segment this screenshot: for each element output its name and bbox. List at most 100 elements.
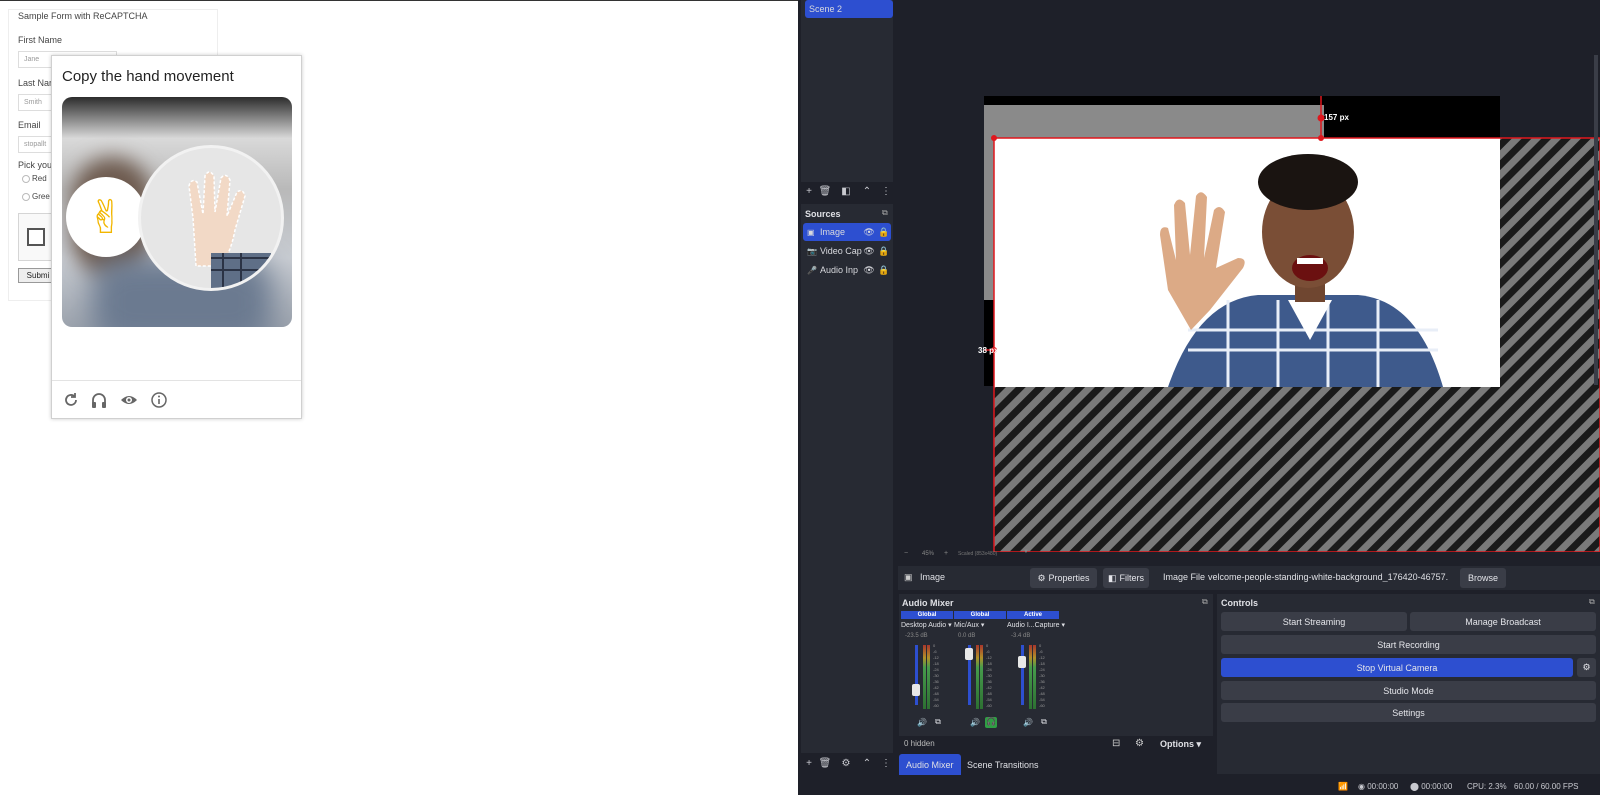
radio-red[interactable] bbox=[22, 175, 30, 183]
scene-name: Scene 2 bbox=[809, 4, 843, 14]
headphones-icon[interactable]: 🎧 bbox=[985, 717, 997, 728]
options-label: Options bbox=[1160, 739, 1194, 749]
source-properties-icon[interactable]: ⚙ bbox=[839, 758, 853, 769]
scene-item-scene-2[interactable]: Scene 2 bbox=[805, 0, 893, 18]
manage-broadcast-button[interactable]: Manage Broadcast bbox=[1410, 612, 1596, 631]
remove-source-icon[interactable]: 🗑 bbox=[818, 758, 832, 769]
channel-tag: Global bbox=[901, 611, 953, 619]
meter-scale-label: 0 bbox=[986, 643, 989, 648]
tab-scene-transitions[interactable]: Scene Transitions bbox=[960, 754, 1046, 775]
meter-scale-label: 0 bbox=[933, 643, 936, 648]
info-icon[interactable] bbox=[150, 391, 168, 409]
layout-icon[interactable]: ⊟ bbox=[1112, 738, 1120, 749]
headphones-icon[interactable] bbox=[90, 391, 108, 409]
meter-scale-label: -42 bbox=[986, 685, 992, 690]
record-icon: ⬤ bbox=[1410, 782, 1422, 791]
filters-icon: ◧ bbox=[1107, 572, 1117, 583]
left-offset-readout: 38 px bbox=[978, 346, 999, 355]
image-icon: ▣ bbox=[807, 227, 815, 237]
meter-scale-label: -12 bbox=[986, 655, 992, 660]
lock-icon[interactable]: 🔒 bbox=[876, 246, 891, 257]
reload-icon[interactable] bbox=[62, 391, 80, 409]
fps-readout: 60.00 / 60.00 FPS bbox=[1514, 782, 1579, 791]
tab-audio-mixer[interactable]: Audio Mixer bbox=[899, 754, 961, 775]
stream-time: ◉ 00:00:00 bbox=[1358, 782, 1398, 791]
stop-virtual-camera-button[interactable]: Stop Virtual Camera bbox=[1221, 658, 1573, 677]
scene-filters-icon[interactable]: ◧ bbox=[839, 186, 853, 197]
properties-button[interactable]: ⚙ Properties bbox=[1030, 568, 1097, 588]
fader-handle[interactable] bbox=[965, 647, 973, 660]
scenes-list: Scene 2 bbox=[801, 0, 893, 182]
scaled-dropdown[interactable]: Scaled (853x480) bbox=[958, 551, 997, 557]
audio-mixer-title: Audio Mixer bbox=[902, 598, 954, 608]
image-file-path[interactable]: velcome-people-standing-white-background… bbox=[1208, 572, 1448, 582]
options-button[interactable]: Options ▾ bbox=[1160, 739, 1201, 750]
radio-green[interactable] bbox=[22, 193, 30, 201]
channel-name-dropdown[interactable]: Audio I...Capture ▾ bbox=[1007, 621, 1065, 629]
meter-scale-label: -36 bbox=[1039, 679, 1045, 684]
fader-handle[interactable] bbox=[912, 684, 920, 697]
remove-scene-icon[interactable]: 🗑 bbox=[818, 186, 832, 197]
add-scene-icon[interactable]: + bbox=[802, 186, 816, 197]
mixer-channel: Global Desktop Audio ▾ -23.5 dB 0 -6 -12 -18 -2… bbox=[901, 611, 953, 735]
meter-scale-label: -48 bbox=[986, 691, 992, 696]
dock-float-icon[interactable]: ⧉ bbox=[882, 208, 888, 218]
move-up-icon[interactable]: ⌃ bbox=[860, 186, 874, 197]
pick-color-label: Pick you bbox=[18, 160, 53, 170]
channel-name-dropdown[interactable]: Mic/Aux ▾ bbox=[954, 621, 984, 629]
image-source-icon: ▣ bbox=[904, 572, 913, 582]
speaker-icon[interactable]: 🔊 bbox=[1023, 718, 1033, 727]
dock-float-icon[interactable]: ⧉ bbox=[1589, 597, 1595, 607]
level-meter bbox=[1033, 645, 1036, 709]
meter-scale-label: -48 bbox=[1039, 691, 1045, 696]
visibility-eye-icon[interactable]: 👁 bbox=[862, 265, 877, 276]
source-name: Audio Inp bbox=[819, 265, 858, 275]
meter-scale-label: -60 bbox=[933, 703, 939, 708]
visibility-eye-icon[interactable]: 👁 bbox=[862, 227, 877, 238]
visibility-eye-icon[interactable]: 👁 bbox=[862, 246, 877, 257]
lock-icon[interactable]: 🔒 bbox=[876, 265, 891, 276]
recaptcha-checkbox[interactable] bbox=[27, 228, 45, 246]
source-more-icon[interactable]: ⋮ bbox=[879, 758, 893, 769]
zoom-in-button[interactable]: + bbox=[944, 550, 948, 557]
fader-handle[interactable] bbox=[1018, 656, 1026, 669]
source-move-up-icon[interactable]: ⌃ bbox=[860, 758, 874, 769]
gear-icon: ⚙ bbox=[1037, 572, 1046, 583]
recaptcha-challenge: Copy the hand movement ✌ bbox=[51, 55, 302, 419]
start-recording-button[interactable]: Start Recording bbox=[1221, 635, 1596, 654]
form-title: Sample Form with ReCAPTCHA bbox=[18, 11, 148, 21]
dock-float-icon[interactable]: ⧉ bbox=[1202, 597, 1208, 607]
preview-canvas[interactable]: 157 px 38 px bbox=[898, 0, 1600, 552]
meter-scale-label: -30 bbox=[986, 673, 992, 678]
start-streaming-button[interactable]: Start Streaming bbox=[1221, 612, 1407, 631]
speaker-icon[interactable]: 🔊 bbox=[970, 718, 980, 727]
volume-fader[interactable] bbox=[1021, 645, 1024, 705]
monitor-icon[interactable]: ⧉ bbox=[932, 717, 944, 728]
monitor-icon[interactable]: ⧉ bbox=[1038, 717, 1050, 728]
browse-button[interactable]: Browse bbox=[1460, 568, 1506, 588]
meter-scale-label: -48 bbox=[933, 691, 939, 696]
speaker-icon[interactable]: 🔊 bbox=[917, 718, 927, 727]
zoom-level: 45% bbox=[922, 551, 935, 557]
channel-name-dropdown[interactable]: Desktop Audio ▾ bbox=[901, 621, 952, 629]
filters-button[interactable]: ◧ Filters bbox=[1103, 568, 1149, 588]
settings-button[interactable]: Settings bbox=[1221, 703, 1596, 722]
channel-db: -23.5 dB bbox=[905, 633, 928, 639]
more-icon[interactable]: ⋮ bbox=[879, 186, 893, 197]
meter-scale-label: -6 bbox=[1039, 649, 1043, 654]
zoom-out-button[interactable]: − bbox=[904, 550, 908, 557]
source-item-image[interactable]: ▣ Image 👁 🔒 bbox=[803, 223, 891, 241]
studio-mode-button[interactable]: Studio Mode bbox=[1221, 681, 1596, 700]
mixer-channel: Global Mic/Aux ▾ 0.0 dB 0 -6 -12 -18 -24 -30 -36-… bbox=[954, 611, 1006, 735]
source-item-audio-input[interactable]: 🎤 Audio Inp 👁 🔒 bbox=[803, 261, 891, 279]
eye-icon[interactable] bbox=[120, 391, 138, 409]
cpu-usage: CPU: 2.3% bbox=[1467, 782, 1507, 791]
chevron-down-icon[interactable]: ▼ bbox=[1023, 549, 1029, 555]
virtual-camera-settings-gear-icon[interactable]: ⚙ bbox=[1577, 658, 1596, 677]
mixer-settings-icon[interactable]: ⚙ bbox=[1135, 738, 1144, 749]
lock-icon[interactable]: 🔒 bbox=[876, 227, 891, 238]
meter-scale-label: -24 bbox=[986, 667, 992, 672]
meter-scale-label: -60 bbox=[1039, 703, 1045, 708]
add-source-icon[interactable]: + bbox=[802, 758, 816, 769]
source-item-video-capture[interactable]: 📷 Video Cap 👁 🔒 bbox=[803, 242, 891, 260]
